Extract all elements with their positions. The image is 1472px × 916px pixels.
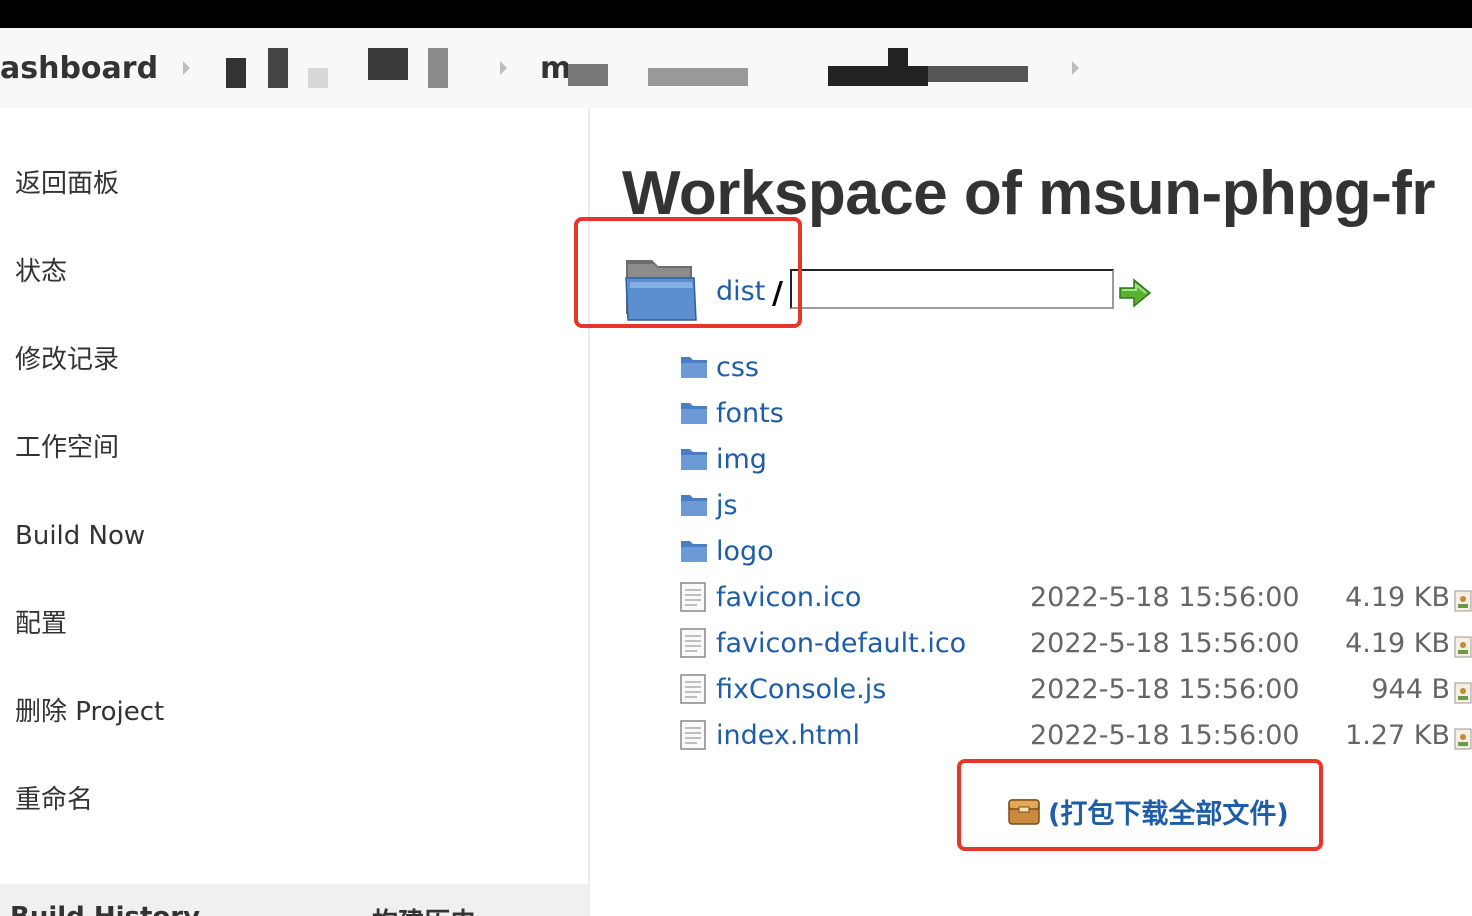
file-size: 4.19 KB [1345,628,1450,659]
list-item[interactable]: js [590,486,1472,530]
table-row: favicon.ico 2022-5-18 15:56:00 4.19 KB [590,578,1472,622]
build-history-label-cn: 构建历史 [372,902,476,916]
entry-name[interactable]: logo [716,536,774,567]
folder-icon [681,357,707,378]
list-item[interactable]: css [590,348,1472,392]
path-filter-input[interactable] [790,269,1114,309]
folder-icon [681,403,707,424]
build-history-header: Build History 构建历史 [0,884,588,916]
build-history-label: Build History [10,902,200,916]
breadcrumb-project[interactable]: m [540,52,571,86]
breadcrumb-separator-icon [183,61,190,75]
sidebar-item-configure[interactable]: 配置 [15,608,67,640]
view-icon[interactable] [1454,682,1472,704]
view-icon[interactable] [1454,590,1472,612]
breadcrumb-dashboard[interactable]: ashboard [0,52,158,86]
file-icon [680,674,706,704]
file-size: 1.27 KB [1345,720,1450,751]
entry-name[interactable]: img [716,444,767,475]
file-size: 4.19 KB [1345,582,1450,613]
folder-icon [681,541,707,562]
file-name-link[interactable]: fixConsole.js [716,674,886,705]
sidebar-item-build-now[interactable]: Build Now [15,520,145,552]
table-row: index.html 2022-5-18 15:56:00 1.27 KB [590,716,1472,760]
sidebar-item-workspace[interactable]: 工作空间 [15,432,119,464]
view-icon[interactable] [1454,636,1472,658]
folder-icon [681,449,707,470]
file-date: 2022-5-18 15:56:00 [1030,628,1300,659]
file-date: 2022-5-18 15:56:00 [1030,582,1300,613]
table-row: favicon-default.ico 2022-5-18 15:56:00 4… [590,624,1472,668]
sidebar-item-delete-project[interactable]: 删除 Project [15,696,164,728]
list-item[interactable]: img [590,440,1472,484]
annotation-highlight-download [957,759,1323,851]
file-icon [680,720,706,750]
entry-name[interactable]: js [716,490,738,521]
file-name-link[interactable]: favicon.ico [716,582,861,613]
file-date: 2022-5-18 15:56:00 [1030,674,1300,705]
sidebar-item-rename[interactable]: 重命名 [15,784,93,816]
sidebar-item-status[interactable]: 状态 [15,256,67,288]
view-icon[interactable] [1454,728,1472,750]
entry-name[interactable]: fonts [716,398,784,429]
file-icon [680,582,706,612]
folder-icon [681,495,707,516]
sidebar: 返回面板 状态 修改记录 工作空间 Build Now 配置 删除 Projec… [0,108,590,916]
top-black-bar [0,0,1472,28]
file-date: 2022-5-18 15:56:00 [1030,720,1300,751]
file-icon [680,628,706,658]
file-size: 944 B [1371,674,1450,705]
list-item[interactable]: fonts [590,394,1472,438]
breadcrumb-separator-icon [1072,61,1079,75]
go-arrow-icon[interactable] [1118,278,1152,308]
annotation-highlight-path [574,217,802,328]
breadcrumb: ashboard m [0,28,1472,108]
file-name-link[interactable]: index.html [716,720,860,751]
entry-name[interactable]: css [716,352,759,383]
file-name-link[interactable]: favicon-default.ico [716,628,966,659]
sidebar-item-back-to-dashboard[interactable]: 返回面板 [15,168,119,200]
list-item[interactable]: logo [590,532,1472,576]
sidebar-item-changes[interactable]: 修改记录 [15,344,119,376]
table-row: fixConsole.js 2022-5-18 15:56:00 944 B [590,670,1472,714]
breadcrumb-separator-icon [500,61,507,75]
